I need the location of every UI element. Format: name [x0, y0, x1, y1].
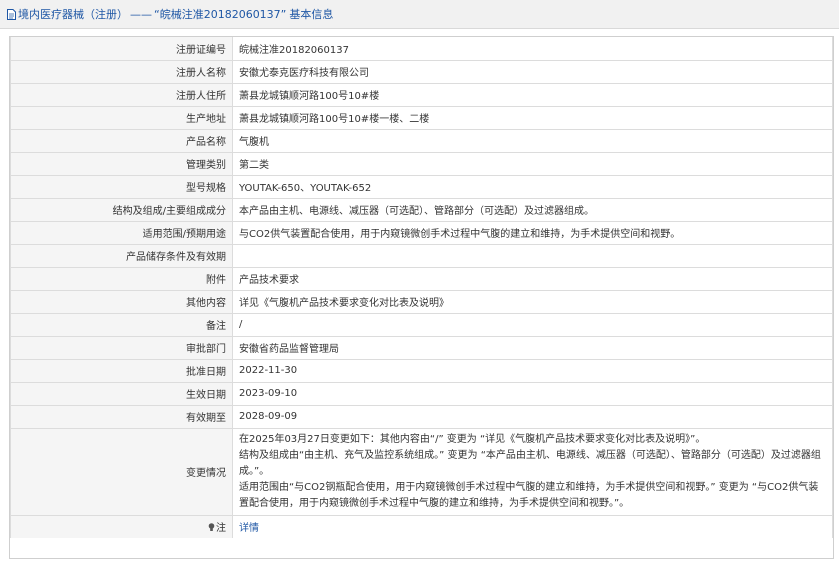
note-label: 注	[216, 523, 226, 535]
table-row: 附件 产品技术要求	[10, 266, 833, 291]
change-history-line: 在2025年03月27日变更如下：其他内容由“/” 变更为 “详见《气腹机产品技…	[239, 433, 706, 445]
row-label: 管理类别	[10, 151, 233, 176]
row-value: /	[232, 312, 833, 337]
change-history-label: 变更情况	[10, 427, 233, 516]
info-table: 注册证编号 皖械注准20182060137 注册人名称 安徽尤泰克医疗科技有限公司 注册…	[10, 37, 833, 538]
row-value: YOUTAK-650、YOUTAK-652	[232, 174, 833, 199]
header-title-line: 境内医疗器械（注册） —— “皖械注准20182060137” 基本信息	[7, 7, 333, 21]
row-label: 备注	[10, 312, 233, 337]
header-reg-number: “皖械注准20182060137”	[154, 8, 287, 21]
table-row: 其他内容 详见《气腹机产品技术要求变化对比表及说明》	[10, 289, 833, 314]
table-row: 适用范围/预期用途 与CO2供气装置配合使用，用于内窥镜微创手术过程中气腹的建立和…	[10, 220, 833, 245]
row-label: 结构及组成/主要组成成分	[10, 197, 233, 222]
table-row: 管理类别 第二类	[10, 151, 833, 176]
table-row: 有效期至 2028-09-09	[10, 404, 833, 429]
row-value: 萧县龙城镇顺河路100号10#楼	[232, 82, 833, 107]
row-value: 安徽尤泰克医疗科技有限公司	[232, 59, 833, 84]
row-label: 适用范围/预期用途	[10, 220, 233, 245]
row-value: 2028-09-09	[232, 404, 833, 429]
header-category: 境内医疗器械（注册）	[18, 8, 128, 21]
change-history-line: 适用范围由“与CO2钢瓶配合使用，用于内窥镜微创手术过程中气腹的建立和维持，为手…	[239, 481, 819, 509]
row-value: 详见《气腹机产品技术要求变化对比表及说明》	[232, 289, 833, 314]
row-label: 有效期至	[10, 404, 233, 429]
table-row-note: 注 详情	[10, 514, 833, 538]
change-history-value: 在2025年03月27日变更如下：其他内容由“/” 变更为 “详见《气腹机产品技…	[232, 427, 833, 516]
info-panel: 注册证编号 皖械注准20182060137 注册人名称 安徽尤泰克医疗科技有限公司 注册…	[9, 36, 834, 559]
table-row: 备注 /	[10, 312, 833, 337]
table-row: 生效日期 2023-09-10	[10, 381, 833, 406]
table-row: 产品名称 气腹机	[10, 128, 833, 153]
table-row: 型号规格 YOUTAK-650、YOUTAK-652	[10, 174, 833, 199]
row-label: 其他内容	[10, 289, 233, 314]
row-label: 产品储存条件及有效期	[10, 243, 233, 268]
page-header: 境内医疗器械（注册） —— “皖械注准20182060137” 基本信息	[0, 0, 839, 29]
row-value: 2022-11-30	[232, 358, 833, 383]
note-label-cell: 注	[10, 514, 233, 538]
row-label: 型号规格	[10, 174, 233, 199]
table-row: 批准日期 2022-11-30	[10, 358, 833, 383]
row-label: 审批部门	[10, 335, 233, 360]
change-history-line: 结构及组成由“由主机、充气及监控系统组成。” 变更为 “本产品由主机、电源线、减…	[239, 449, 821, 477]
table-row: 产品储存条件及有效期	[10, 243, 833, 268]
header-dash: ——	[130, 7, 152, 21]
table-row: 结构及组成/主要组成成分 本产品由主机、电源线、减压器（可选配）、管路部分（可选配…	[10, 197, 833, 222]
row-value: 第二类	[232, 151, 833, 176]
row-value: 安徽省药品监督管理局	[232, 335, 833, 360]
row-value: 2023-09-10	[232, 381, 833, 406]
row-value: 产品技术要求	[232, 266, 833, 291]
table-row: 注册证编号 皖械注准20182060137	[10, 37, 833, 61]
row-value: 萧县龙城镇顺河路100号10#楼一楼、二楼	[232, 105, 833, 130]
table-row-change-history: 变更情况 在2025年03月27日变更如下：其他内容由“/” 变更为 “详见《气腹…	[10, 427, 833, 516]
table-row: 注册人住所 萧县龙城镇顺河路100号10#楼	[10, 82, 833, 107]
table-row: 注册人名称 安徽尤泰克医疗科技有限公司	[10, 59, 833, 84]
note-value-cell: 详情	[232, 514, 833, 538]
row-value: 皖械注准20182060137	[232, 37, 833, 61]
header-suffix: 基本信息	[289, 8, 334, 21]
row-label: 注册人名称	[10, 59, 233, 84]
details-link[interactable]: 详情	[239, 523, 259, 534]
row-value: 与CO2供气装置配合使用，用于内窥镜微创手术过程中气腹的建立和维持，为手术提供空…	[232, 220, 833, 245]
row-label: 附件	[10, 266, 233, 291]
document-icon	[7, 8, 16, 20]
row-label: 注册人住所	[10, 82, 233, 107]
table-row: 生产地址 萧县龙城镇顺河路100号10#楼一楼、二楼	[10, 105, 833, 130]
row-value: 气腹机	[232, 128, 833, 153]
row-value	[232, 243, 833, 268]
row-label: 生产地址	[10, 105, 233, 130]
row-label: 批准日期	[10, 358, 233, 383]
row-label: 注册证编号	[10, 37, 233, 61]
row-label: 生效日期	[10, 381, 233, 406]
row-label: 产品名称	[10, 128, 233, 153]
table-row: 审批部门 安徽省药品监督管理局	[10, 335, 833, 360]
row-value: 本产品由主机、电源线、减压器（可选配）、管路部分（可选配）及过滤器组成。	[232, 197, 833, 222]
lightbulb-icon	[208, 523, 215, 532]
